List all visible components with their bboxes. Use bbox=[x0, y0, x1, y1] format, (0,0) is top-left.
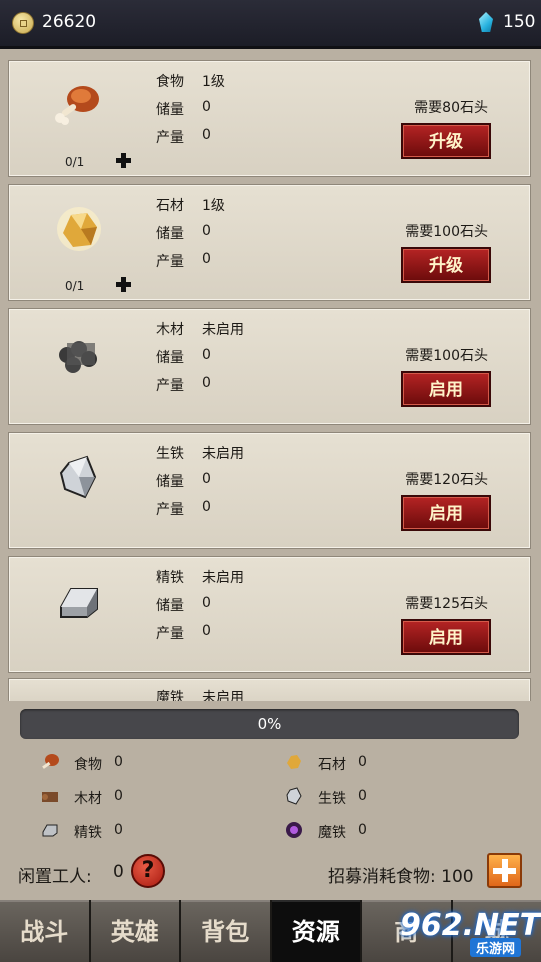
resource-card-pig-iron: 生铁 未启用 储量 0 产量 0 需要120石头 启用 bbox=[8, 432, 531, 549]
enable-button-pig-iron[interactable]: 启用 bbox=[401, 495, 491, 531]
ingot-icon bbox=[42, 824, 58, 837]
gem-icon bbox=[479, 12, 493, 32]
gem-count: 150 bbox=[503, 12, 536, 32]
production-label: 产量 bbox=[156, 254, 184, 270]
resource-card-stone: 石材 1级 储量 0 产量 0 需要100石头 升级 0/1 bbox=[8, 184, 531, 301]
upgrade-button-stone[interactable]: 升级 bbox=[401, 247, 491, 283]
coin-icon bbox=[12, 12, 34, 34]
production-label: 产量 bbox=[156, 502, 184, 518]
production-label: 产量 bbox=[156, 626, 184, 642]
production-label: 产量 bbox=[156, 378, 184, 394]
resource-name: 精铁 bbox=[156, 570, 184, 586]
production-value: 0 bbox=[202, 251, 211, 267]
resource-name: 石材 bbox=[156, 198, 184, 214]
tab-heroes[interactable]: 英雄 bbox=[90, 900, 179, 962]
idle-workers-count: 0 bbox=[113, 862, 124, 882]
stock-value: 0 bbox=[202, 223, 211, 239]
resource-panel: 食物 1级 储量 0 产量 0 需要80石头 升级 0/1 石材 1级 储量 0 产量 0 … bbox=[0, 49, 541, 900]
resource-list[interactable]: 食物 1级 储量 0 产量 0 需要80石头 升级 0/1 石材 1级 储量 0 产量 0 … bbox=[0, 49, 541, 701]
tab-backpack[interactable]: 背包 bbox=[181, 900, 270, 962]
coin-count: 26620 bbox=[42, 12, 97, 32]
upgrade-cost: 需要80石头 bbox=[414, 100, 488, 116]
watermark-logo: 962.NET 乐游网 bbox=[400, 908, 541, 957]
resource-name: 生铁 bbox=[156, 446, 184, 462]
recruit-add-button[interactable] bbox=[487, 853, 522, 888]
resource-status: 未启用 bbox=[202, 446, 244, 462]
ingot-icon bbox=[60, 588, 98, 618]
resource-status: 未启用 bbox=[202, 322, 244, 338]
recruit-cost: 100 bbox=[441, 867, 474, 887]
enable-button-wood[interactable]: 启用 bbox=[401, 371, 491, 407]
production-value: 0 bbox=[202, 623, 211, 639]
tab-battle[interactable]: 战斗 bbox=[0, 900, 89, 962]
production-value: 0 bbox=[202, 375, 211, 391]
unlock-cost: 需要125石头 bbox=[405, 596, 488, 612]
worker-ratio: 0/1 bbox=[65, 279, 85, 293]
production-value: 0 bbox=[202, 127, 211, 143]
resource-name: 魔铁 bbox=[156, 690, 184, 701]
stock-value: 0 bbox=[202, 471, 211, 487]
stock-value: 0 bbox=[202, 595, 211, 611]
crystal-icon bbox=[286, 787, 302, 805]
wood-icon bbox=[59, 341, 97, 373]
add-worker-icon[interactable] bbox=[115, 152, 131, 168]
stone-icon bbox=[57, 207, 101, 251]
wood-icon bbox=[42, 792, 58, 802]
worker-ratio: 0/1 bbox=[65, 155, 85, 169]
resource-level: 1级 bbox=[202, 198, 225, 214]
meat-icon bbox=[42, 754, 59, 769]
recruit-cost-label: 招募消耗食物: 100 bbox=[328, 867, 474, 887]
upgrade-cost: 需要100石头 bbox=[405, 224, 488, 240]
stock-label: 储量 bbox=[156, 226, 184, 242]
resource-status: 未启用 bbox=[202, 570, 244, 586]
resource-name: 食物 bbox=[156, 74, 184, 90]
resource-card-food: 食物 1级 储量 0 产量 0 需要80石头 升级 0/1 bbox=[8, 60, 531, 177]
crystal-icon bbox=[59, 455, 97, 499]
resource-status: 未启用 bbox=[202, 690, 244, 701]
resource-card-magic-iron: 魔铁 未启用 bbox=[8, 678, 531, 701]
stock-label: 储量 bbox=[156, 102, 184, 118]
stock-value: 0 bbox=[202, 347, 211, 363]
production-value: 0 bbox=[202, 499, 211, 515]
unlock-cost: 需要120石头 bbox=[405, 472, 488, 488]
idle-workers-label: 闲置工人: bbox=[18, 867, 92, 887]
unlock-cost: 需要100石头 bbox=[405, 348, 488, 364]
resource-card-refined-iron: 精铁 未启用 储量 0 产量 0 需要125石头 启用 bbox=[8, 556, 531, 673]
stock-label: 储量 bbox=[156, 598, 184, 614]
help-button[interactable]: ? bbox=[131, 854, 165, 888]
stock-label: 储量 bbox=[156, 350, 184, 366]
stone-icon bbox=[287, 755, 301, 769]
add-worker-icon[interactable] bbox=[115, 276, 131, 292]
resource-level: 1级 bbox=[202, 74, 225, 90]
stock-value: 0 bbox=[202, 99, 211, 115]
resource-card-wood: 木材 未启用 储量 0 产量 0 需要100石头 启用 bbox=[8, 308, 531, 425]
tab-resources[interactable]: 资源 bbox=[271, 900, 360, 962]
stock-label: 储量 bbox=[156, 474, 184, 490]
magic-iron-icon bbox=[286, 822, 302, 838]
progress-bar: 0% bbox=[20, 709, 519, 739]
upgrade-button-food[interactable]: 升级 bbox=[401, 123, 491, 159]
top-bar: 26620 150 bbox=[0, 0, 541, 49]
resource-name: 木材 bbox=[156, 322, 184, 338]
production-label: 产量 bbox=[156, 130, 184, 146]
enable-button-refined-iron[interactable]: 启用 bbox=[401, 619, 491, 655]
meat-icon bbox=[55, 86, 99, 125]
